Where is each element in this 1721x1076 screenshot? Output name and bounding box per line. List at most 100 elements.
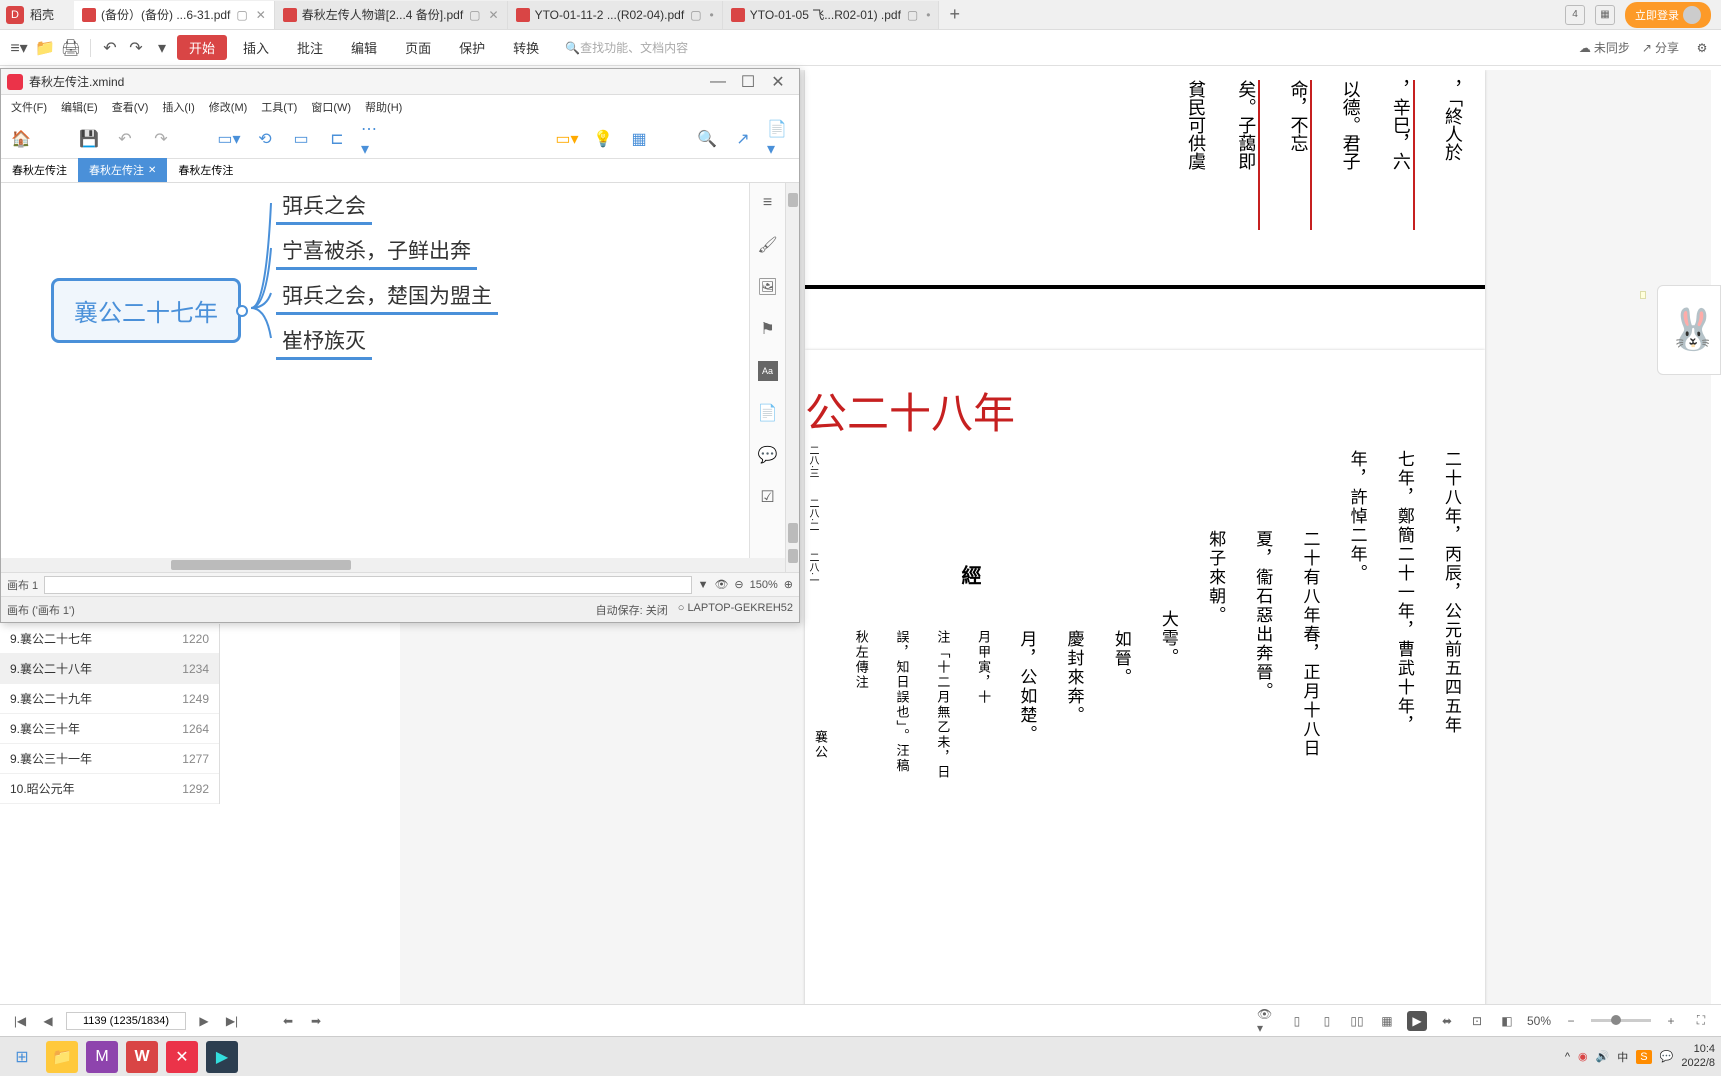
start-button[interactable]: ⊞ xyxy=(6,1041,38,1073)
close-icon[interactable]: • xyxy=(710,8,714,22)
slider-thumb[interactable] xyxy=(1611,1015,1621,1025)
document-tab-4[interactable]: YTO-01-05 飞...R02-01) .pdf ▢ • xyxy=(723,1,940,29)
search-input[interactable]: 🔍 查找功能、文档内容 xyxy=(565,39,688,56)
minimize-button[interactable]: — xyxy=(703,69,733,94)
mindmap-child-node[interactable]: 弭兵之会 xyxy=(276,188,372,225)
xmind-menu-insert[interactable]: 插入(I) xyxy=(156,97,200,117)
settings-icon[interactable]: ⚙ xyxy=(1691,37,1713,59)
go-back-icon[interactable]: ⬅ xyxy=(278,1011,298,1031)
more-icon[interactable]: ⋯▾ xyxy=(361,127,385,151)
xmind-canvas[interactable]: ↖ 襄公二十七年 弭兵之会 宁喜被杀，子鲜出奔 弭兵之会，楚国为盟主 崔杼族灭 xyxy=(1,183,799,573)
dropdown-icon[interactable]: ▾ xyxy=(151,37,173,59)
xmind-tab-active[interactable]: 春秋左传注✕ xyxy=(78,158,167,182)
mindmap-root-node[interactable]: 襄公二十七年 xyxy=(51,278,241,343)
zoom-in-icon[interactable]: + xyxy=(1661,1011,1681,1031)
redo-icon[interactable]: ↷ xyxy=(149,127,173,151)
layout-icon[interactable]: 4 xyxy=(1565,5,1585,25)
scrollbar-thumb[interactable] xyxy=(171,560,351,570)
fit-width-icon[interactable]: ⬌ xyxy=(1437,1011,1457,1031)
fit-page-icon[interactable]: ⊡ xyxy=(1467,1011,1487,1031)
clock[interactable]: 10:4 2022/8 xyxy=(1681,1043,1715,1069)
style-icon[interactable]: 🖌 xyxy=(758,235,778,255)
scrollbar-thumb[interactable] xyxy=(788,523,798,543)
last-page-icon[interactable]: ▶| xyxy=(222,1011,242,1031)
add-tab-button[interactable]: + xyxy=(939,4,970,25)
first-page-icon[interactable]: |◀ xyxy=(10,1011,30,1031)
bookmark-item[interactable]: 9.襄公二十九年 1249 xyxy=(0,684,219,714)
document-tab-1[interactable]: (备份）(备份) ...6-31.pdf ▢ ✕ xyxy=(74,1,275,29)
flag-icon[interactable]: ⚑ xyxy=(758,319,778,339)
comment-icon[interactable]: 💬 xyxy=(758,445,778,465)
menu-protect[interactable]: 保护 xyxy=(447,34,497,61)
undo-icon[interactable]: ↶ xyxy=(99,37,121,59)
text-icon[interactable]: Aa xyxy=(758,361,778,381)
close-icon[interactable]: ✕ xyxy=(489,8,499,22)
xmind-menu-edit[interactable]: 编辑(E) xyxy=(55,97,104,117)
relation-icon[interactable]: ▭ xyxy=(289,127,313,151)
image-icon[interactable]: 🖼 xyxy=(758,277,778,297)
mindmap-child-node[interactable]: 弭兵之会，楚国为盟主 xyxy=(276,278,498,315)
share-icon[interactable]: ↗ xyxy=(731,127,755,151)
scroll-up-icon[interactable] xyxy=(788,193,798,207)
boundary-icon[interactable]: ⊏ xyxy=(325,127,349,151)
zoom-icon[interactable]: 🔍 xyxy=(695,127,719,151)
notification-icon[interactable]: 💬 xyxy=(1660,1050,1674,1063)
start-button[interactable]: 开始 xyxy=(177,35,227,60)
open-icon[interactable]: 📁 xyxy=(34,37,56,59)
crop-icon[interactable]: ◧ xyxy=(1497,1011,1517,1031)
menu-page[interactable]: 页面 xyxy=(393,34,443,61)
share-button[interactable]: ↗ 分享 xyxy=(1642,39,1679,56)
menu-insert[interactable]: 插入 xyxy=(231,34,281,61)
menu-comment[interactable]: 批注 xyxy=(285,34,335,61)
tray-icon[interactable]: ◉ xyxy=(1578,1050,1588,1063)
scroll-down-icon[interactable] xyxy=(788,549,798,563)
facing-icon[interactable]: ▦ xyxy=(1377,1011,1397,1031)
xmind-menu-window[interactable]: 窗口(W) xyxy=(305,97,357,117)
task-icon[interactable]: ☑ xyxy=(758,487,778,507)
single-page-icon[interactable]: ▯ xyxy=(1287,1011,1307,1031)
xmind-menu-tools[interactable]: 工具(T) xyxy=(255,97,303,117)
ime-icon[interactable]: 中 xyxy=(1617,1049,1628,1065)
fullscreen-icon[interactable]: ⛶ xyxy=(1691,1011,1711,1031)
continuous-icon[interactable]: ▯ xyxy=(1317,1011,1337,1031)
zoom-out-icon[interactable]: ⊖ xyxy=(734,578,743,591)
bulb-icon[interactable]: 💡 xyxy=(591,127,615,151)
xmind-app-icon[interactable]: ✕ xyxy=(166,1041,198,1073)
home-icon[interactable]: 🏠 xyxy=(9,127,33,151)
menu-icon[interactable]: ≡▾ xyxy=(8,37,30,59)
horizontal-scrollbar[interactable] xyxy=(1,558,785,572)
terminal-icon[interactable]: ▶ xyxy=(206,1041,238,1073)
close-button[interactable]: ✕ xyxy=(763,69,793,94)
two-page-icon[interactable]: ▯▯ xyxy=(1347,1011,1367,1031)
xmind-menu-help[interactable]: 帮助(H) xyxy=(359,97,408,117)
volume-icon[interactable]: 🔊 xyxy=(1596,1050,1610,1063)
mindmap-child-node[interactable]: 崔杼族灭 xyxy=(276,323,372,360)
file-explorer-icon[interactable]: 📁 xyxy=(46,1041,78,1073)
note-icon[interactable]: 📄 xyxy=(758,403,778,423)
zoom-slider[interactable] xyxy=(1591,1019,1651,1022)
tray-up-icon[interactable]: ^ xyxy=(1565,1051,1570,1063)
export-icon[interactable]: 📄▾ xyxy=(767,127,791,151)
gantt-icon[interactable]: ▦ xyxy=(627,127,651,151)
sync-status[interactable]: ☁ 未同步 xyxy=(1579,39,1630,56)
wps-logo-icon[interactable]: D xyxy=(6,6,24,24)
document-tab-2[interactable]: 春秋左传人物谱[2...4 备份].pdf ▢ ✕ xyxy=(275,1,508,29)
sticker-tab[interactable] xyxy=(1640,291,1646,299)
menu-edit[interactable]: 编辑 xyxy=(339,34,389,61)
bookmark-item[interactable]: 9.襄公二十八年 1234 xyxy=(0,654,219,684)
zoom-in-icon[interactable]: ⊕ xyxy=(784,578,793,591)
close-icon[interactable]: • xyxy=(926,8,930,22)
print-icon[interactable]: 🖨 xyxy=(60,37,82,59)
go-forward-icon[interactable]: ➡ xyxy=(306,1011,326,1031)
eye-icon[interactable]: 👁▾ xyxy=(1257,1011,1277,1031)
xmind-menu-file[interactable]: 文件(F) xyxy=(5,97,53,117)
xmind-tab[interactable]: 春秋左传注 xyxy=(167,158,244,182)
close-icon[interactable]: ✕ xyxy=(256,8,266,22)
prev-page-icon[interactable]: ◀ xyxy=(38,1011,58,1031)
redo-icon[interactable]: ↷ xyxy=(125,37,147,59)
menu-convert[interactable]: 转换 xyxy=(501,34,551,61)
document-tab-3[interactable]: YTO-01-11-2 ...(R02-04).pdf ▢ • xyxy=(508,1,723,29)
wps-app-icon[interactable]: W xyxy=(126,1041,158,1073)
login-button[interactable]: 立即登录 xyxy=(1625,2,1711,28)
undo-icon[interactable]: ↶ xyxy=(113,127,137,151)
